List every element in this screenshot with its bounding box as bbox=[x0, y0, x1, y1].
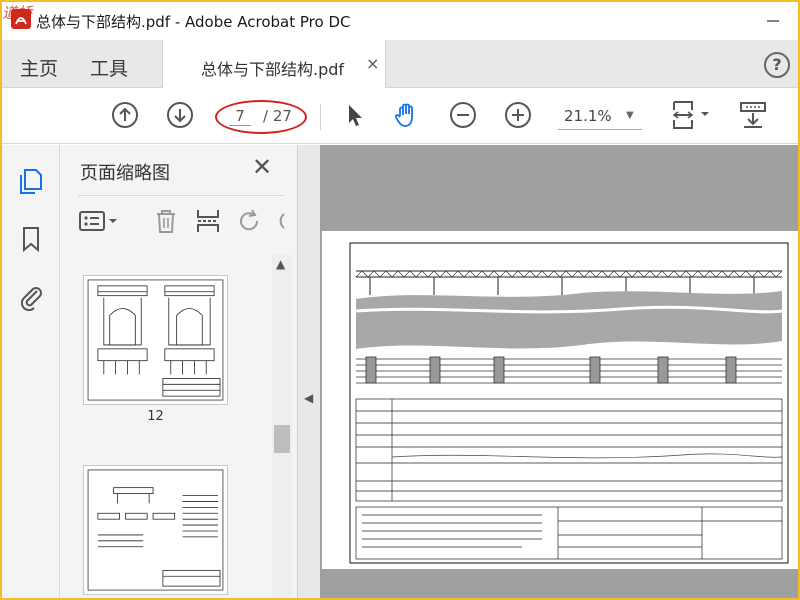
prev-page-icon[interactable] bbox=[110, 100, 140, 130]
scroll-up-arrow-icon[interactable]: ▲ bbox=[276, 257, 285, 271]
panel-title: 页面缩略图 bbox=[80, 163, 170, 184]
chevron-down-icon: ▼ bbox=[626, 110, 634, 121]
total-pages: / 27 bbox=[263, 107, 292, 125]
zoom-dropdown[interactable]: 21.1% ▼ bbox=[558, 102, 642, 130]
insert-page-icon[interactable] bbox=[194, 207, 222, 235]
app-window: 道桥 总体与下部结构.pdf - Adobe Acrobat Pro DC 主页… bbox=[2, 2, 798, 598]
tab-document[interactable]: 总体与下部结构.pdf × bbox=[162, 40, 386, 89]
close-panel-button[interactable]: ✕ bbox=[252, 153, 272, 181]
panel-collapse-handle[interactable]: ◀ bbox=[298, 145, 320, 598]
delete-icon[interactable] bbox=[152, 207, 180, 235]
tab-tools[interactable]: 工具 bbox=[90, 54, 128, 81]
document-tab-label: 总体与下部结构.pdf bbox=[201, 60, 345, 79]
panel-scrollbar[interactable]: ▲ bbox=[272, 255, 292, 598]
navigation-rail bbox=[2, 145, 60, 598]
current-page-input[interactable]: 7 bbox=[229, 107, 251, 126]
scrollbar-thumb[interactable] bbox=[274, 425, 290, 453]
page-number-box: 7 / 27 bbox=[221, 106, 299, 128]
toolbar-divider bbox=[320, 104, 321, 130]
pdf-page bbox=[322, 231, 798, 569]
rotate-icon[interactable] bbox=[236, 207, 264, 235]
attachment-icon[interactable] bbox=[17, 283, 45, 311]
thumbnail-label: 12 bbox=[147, 409, 164, 424]
rotate-clockwise-icon[interactable] bbox=[276, 207, 286, 235]
help-button[interactable]: ? bbox=[764, 52, 790, 78]
thumbnail-panel: 页面缩略图 ✕ 12 ▲ bbox=[60, 145, 298, 598]
zoom-value: 21.1% bbox=[564, 107, 612, 125]
thumbnail-page-13[interactable] bbox=[83, 465, 228, 595]
collapse-arrow-icon[interactable]: ◀ bbox=[304, 391, 313, 405]
close-tab-button[interactable]: × bbox=[366, 54, 379, 73]
zoom-out-icon[interactable] bbox=[448, 100, 478, 130]
fit-page-icon[interactable] bbox=[668, 100, 712, 130]
page-thumbnails-icon[interactable] bbox=[17, 167, 45, 195]
thumbnail-list: 12 13 bbox=[60, 255, 272, 598]
tab-bar: 主页 工具 总体与下部结构.pdf × ? bbox=[2, 40, 798, 89]
scroll-mode-icon[interactable] bbox=[738, 100, 768, 130]
panel-divider bbox=[78, 195, 284, 196]
thumbnail-page-12[interactable] bbox=[83, 275, 228, 405]
toolbar: 7 / 27 21.1% ▼ bbox=[2, 88, 798, 144]
minimize-button[interactable] bbox=[758, 8, 788, 34]
zoom-in-icon[interactable] bbox=[503, 100, 533, 130]
options-menu-icon[interactable] bbox=[78, 207, 122, 235]
acrobat-logo-icon bbox=[11, 9, 31, 29]
hand-tool-icon[interactable] bbox=[392, 100, 422, 130]
title-bar: 道桥 总体与下部结构.pdf - Adobe Acrobat Pro DC bbox=[2, 2, 798, 40]
next-page-icon[interactable] bbox=[165, 100, 195, 130]
bookmark-icon[interactable] bbox=[17, 225, 45, 253]
tab-home[interactable]: 主页 bbox=[20, 54, 58, 81]
window-title: 总体与下部结构.pdf - Adobe Acrobat Pro DC bbox=[36, 13, 351, 31]
select-arrow-icon[interactable] bbox=[340, 100, 370, 130]
document-viewer[interactable]: ◀ bbox=[298, 145, 798, 598]
